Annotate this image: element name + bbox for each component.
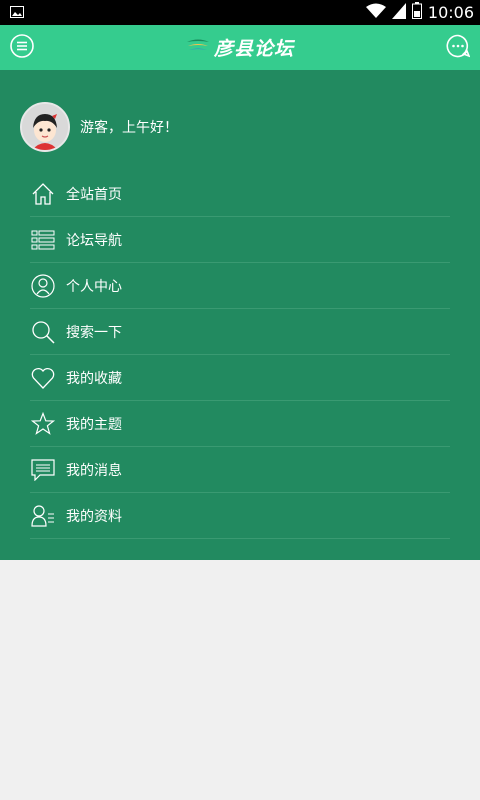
menu-button[interactable] (10, 34, 34, 62)
app-bar: 彦县论坛 (0, 25, 480, 70)
menu-item-favorites[interactable]: 我的收藏 (30, 355, 450, 401)
menu-item-search[interactable]: 搜索一下 (30, 309, 450, 355)
search-icon (30, 319, 56, 345)
menu-item-label: 我的资料 (66, 508, 122, 525)
menu-icon (10, 34, 34, 62)
greeting-text: 游客，上午好！ (80, 120, 178, 136)
user-header[interactable]: 游客，上午好！ (20, 102, 178, 152)
menu-item-personal-center[interactable]: 个人中心 (30, 263, 450, 309)
menu-item-my-topics[interactable]: 我的主题 (30, 401, 450, 447)
chat-bubble-icon (446, 34, 471, 62)
menu-item-label: 我的收藏 (66, 370, 122, 387)
menu-item-label: 全站首页 (66, 186, 122, 203)
menu-item-messages[interactable]: 我的消息 (30, 447, 450, 493)
drawer-menu: 全站首页 论坛导航 个人中心 搜索一下 我的收藏 我的主题 我的消息 我的资料 (30, 171, 450, 539)
star-icon (30, 411, 56, 437)
menu-item-profile[interactable]: 我的资料 (30, 493, 450, 539)
menu-item-home[interactable]: 全站首页 (30, 171, 450, 217)
app-logo: 彦县论坛 (186, 34, 294, 61)
menu-item-label: 搜索一下 (66, 324, 122, 341)
menu-item-forum-nav[interactable]: 论坛导航 (30, 217, 450, 263)
signal-icon (391, 2, 406, 23)
status-bar: 10:06 (0, 0, 480, 25)
message-icon (30, 457, 56, 483)
list-icon (30, 227, 56, 253)
wifi-icon (365, 3, 386, 23)
heart-icon (30, 365, 56, 391)
profile-icon (30, 503, 56, 529)
app-title: 彦县论坛 (213, 38, 294, 60)
battery-icon (411, 2, 422, 23)
person-icon (30, 273, 56, 299)
navigation-drawer: 游客，上午好！ 全站首页 论坛导航 个人中心 搜索一下 我的收藏 我的主题 我的… (0, 70, 480, 560)
status-time: 10:06 (427, 3, 474, 22)
home-icon (30, 181, 56, 207)
menu-item-label: 个人中心 (66, 278, 122, 295)
messages-button[interactable] (446, 34, 471, 62)
menu-item-label: 论坛导航 (66, 232, 122, 249)
logo-wing-icon (186, 37, 210, 59)
avatar[interactable] (20, 102, 70, 152)
image-notification-icon (10, 3, 24, 22)
menu-item-label: 我的消息 (66, 462, 122, 479)
menu-item-label: 我的主题 (66, 416, 122, 433)
